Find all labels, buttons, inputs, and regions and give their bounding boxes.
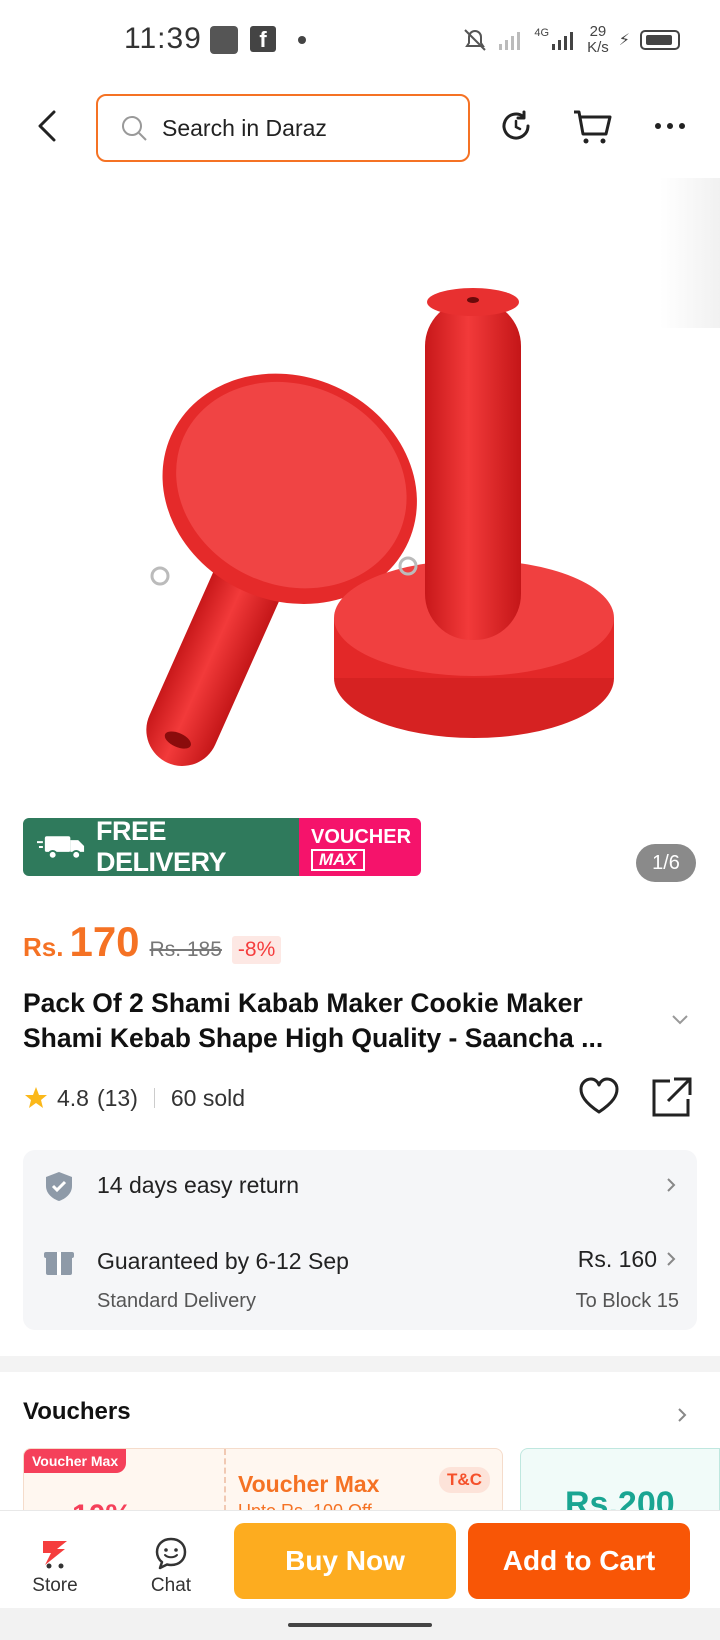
vouchers-heading[interactable]: Vouchers — [23, 1398, 131, 1426]
voucher-amount: Rs.200 — [565, 1485, 675, 1510]
rating-divider — [153, 1088, 155, 1108]
voucher-card[interactable]: Voucher Max 10% Voucher Max T&C Upto Rs.… — [23, 1448, 503, 1510]
search-icon — [122, 116, 147, 141]
delivery-guarantee: Guaranteed by 6-12 Sep — [97, 1248, 349, 1274]
buy-now-button[interactable]: Buy Now — [234, 1523, 456, 1599]
wishlist-heart-icon[interactable] — [578, 1076, 620, 1118]
rating-row[interactable]: 4.8 (13) 60 sold — [23, 1080, 245, 1116]
home-gesture-pill[interactable] — [288, 1623, 432, 1627]
network-type: 4G — [534, 27, 550, 39]
return-policy-row[interactable]: 14 days easy return — [23, 1150, 697, 1220]
delivery-truck-icon — [37, 836, 85, 860]
voucher-max-label: MAX — [311, 849, 365, 871]
more-notifications-icon — [298, 36, 306, 44]
terms-button[interactable]: T&C — [439, 1467, 490, 1493]
shield-check-icon — [46, 1172, 72, 1201]
voucher-label: VOUCHER — [311, 826, 412, 848]
charging-icon: ⚡ — [618, 32, 630, 49]
refresh-icon[interactable] — [494, 104, 538, 148]
bottom-action-bar: Store Chat Buy Now Add to Cart — [0, 1510, 720, 1608]
price-row: Rs. 170 Rs. 185 -8% — [23, 918, 282, 972]
net-speed: 29 K/s — [587, 24, 609, 56]
product-title[interactable]: Pack Of 2 Shami Kabab Maker Cookie Maker… — [23, 986, 663, 1056]
share-icon[interactable] — [650, 1075, 694, 1119]
mute-icon — [464, 29, 487, 51]
cart-icon[interactable] — [570, 104, 614, 148]
chevron-right-icon — [667, 1178, 676, 1192]
store-label: Store — [32, 1575, 78, 1596]
battery-icon — [640, 30, 680, 50]
more-options-icon[interactable] — [648, 104, 692, 148]
net-speed-unit: K/s — [587, 39, 609, 56]
chat-label: Chat — [150, 1575, 192, 1596]
chat-button[interactable]: Chat — [126, 1511, 216, 1609]
add-to-cart-button[interactable]: Add to Cart — [468, 1523, 690, 1599]
status-right: 4G 29 K/s ⚡ — [462, 20, 680, 60]
section-divider — [0, 1356, 720, 1372]
signal-strong-icon — [552, 32, 574, 50]
voucher-card-2[interactable]: Rs.200 — [520, 1448, 720, 1510]
product-gallery[interactable] — [0, 178, 720, 878]
original-price: Rs. 185 — [149, 938, 222, 961]
search-placeholder: Search in Daraz — [162, 114, 327, 141]
voucher-divider — [224, 1449, 226, 1510]
store-icon — [43, 1541, 67, 1569]
status-time: 11:39 — [124, 22, 202, 55]
price-amount: 170 — [69, 918, 140, 965]
free-delivery-banner: FREE DELIVERY VOUCHER MAX — [23, 818, 421, 876]
top-header: Search in Daraz — [0, 90, 720, 162]
voucher-subtitle: Upto Rs. 100 Off — [238, 1501, 372, 1510]
net-speed-value: 29 — [589, 23, 607, 40]
chevron-right-icon — [667, 1252, 676, 1266]
star-icon — [25, 1087, 47, 1108]
delivery-row[interactable]: Guaranteed by 6-12 Sep Standard Delivery… — [23, 1222, 697, 1330]
sold-count: 60 sold — [170, 1084, 246, 1111]
voucher-percent: 10% — [72, 1499, 132, 1510]
chat-icon — [155, 1537, 187, 1570]
facebook-icon: f — [250, 26, 276, 52]
voucher-max-badge: VOUCHER MAX — [299, 818, 421, 876]
service-info-box: 14 days easy return Guaranteed by 6-12 S… — [23, 1150, 697, 1330]
product-image — [146, 288, 614, 766]
package-icon — [44, 1252, 74, 1275]
return-policy-label: 14 days easy return — [97, 1172, 300, 1198]
rating-value: 4.8 — [57, 1084, 89, 1111]
system-nav-bar — [0, 1608, 720, 1640]
store-button[interactable]: Store — [10, 1511, 100, 1609]
notification-icon — [210, 26, 238, 54]
back-arrow-icon[interactable] — [30, 108, 66, 144]
voucher-tag: Voucher Max — [24, 1449, 127, 1473]
chevron-right-icon[interactable] — [676, 1406, 688, 1424]
search-input[interactable]: Search in Daraz — [96, 94, 470, 162]
image-counter: 1/6 — [636, 844, 696, 882]
status-bar: 11:39 f 4G 29 K/s ⚡ — [0, 0, 720, 80]
discount-badge: -8% — [231, 936, 282, 964]
review-count: (13) — [96, 1084, 138, 1111]
signal-icon — [499, 32, 521, 50]
voucher-title: Voucher Max — [238, 1471, 380, 1497]
free-delivery-badge: FREE DELIVERY — [23, 818, 299, 876]
delivery-location: To Block 15 — [575, 1290, 679, 1312]
free-delivery-label: FREE DELIVERY — [95, 818, 227, 876]
chevron-down-icon[interactable] — [670, 1012, 690, 1026]
delivery-type: Standard Delivery — [97, 1290, 256, 1312]
price-currency: Rs. — [23, 932, 64, 962]
delivery-price: Rs. 160 — [577, 1246, 657, 1272]
